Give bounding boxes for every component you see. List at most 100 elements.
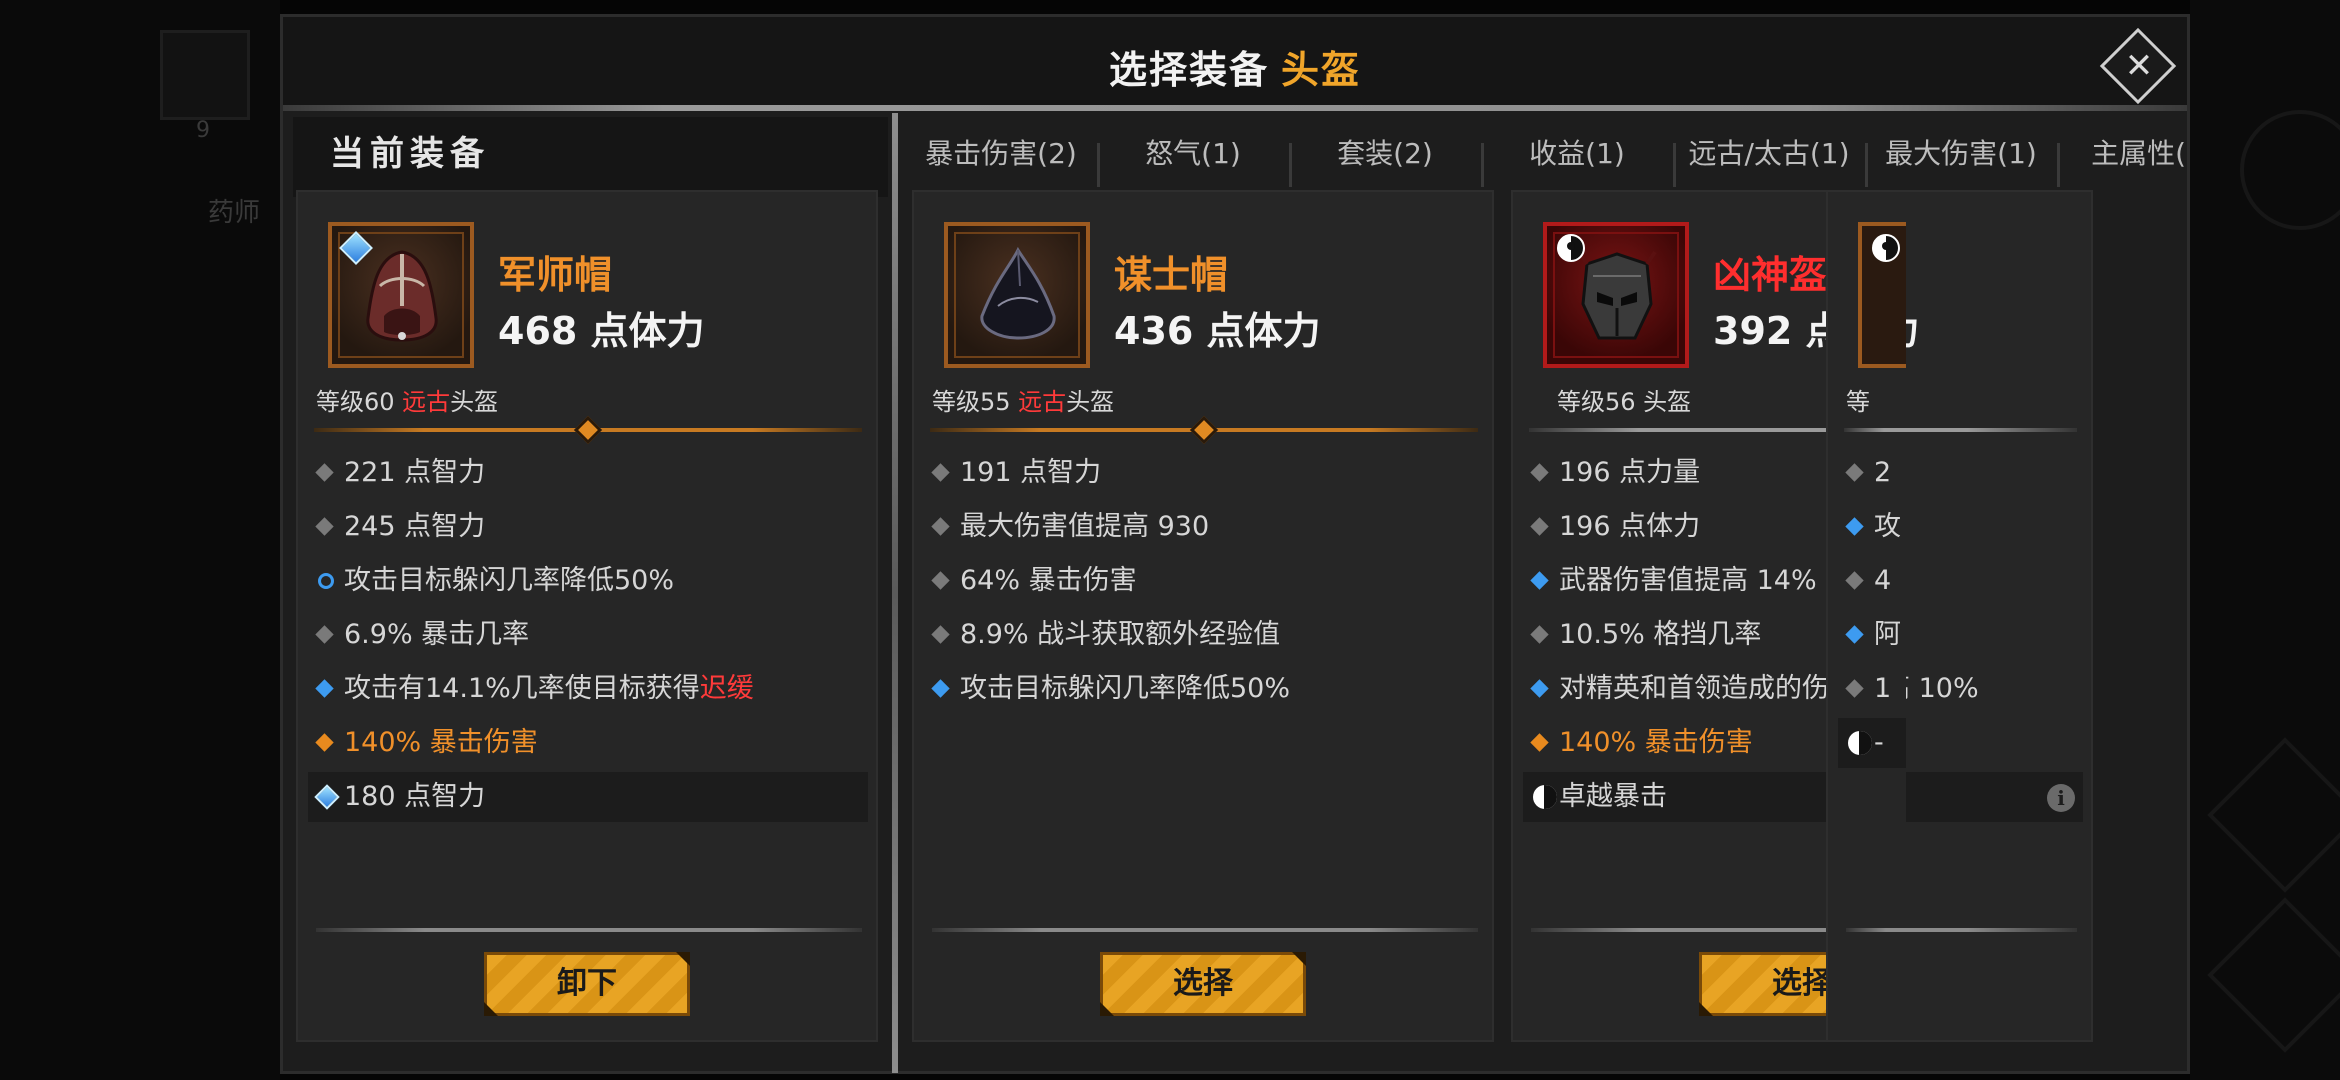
info-icon[interactable]: i <box>2047 784 2075 812</box>
magic-bullet-icon <box>931 679 950 698</box>
yin-yang-icon <box>1533 785 1557 809</box>
item-name: 谋士帽 <box>1114 253 1229 297</box>
background-diamond-icon <box>2207 897 2340 1053</box>
affix-row: 最大伤害值提高 930 <box>924 502 1484 552</box>
background-item-slot <box>160 30 250 120</box>
affix-row: 6.9% 暴击几率 <box>308 610 868 660</box>
tab-set[interactable]: 套装(2) <box>1293 121 1477 191</box>
gem-icon <box>314 784 340 810</box>
hood-icon <box>366 250 438 342</box>
filter-tabs: 暴击伤害(2) 怒气(1) 套装(2) 收益(1) 远古/太古(1) 最大伤害(… <box>909 121 2189 191</box>
bullet-icon <box>931 571 950 590</box>
item-level-type: 等级55 远古头盔 <box>932 388 1115 416</box>
background-diamond-icon <box>2207 737 2340 893</box>
bullet-icon <box>315 517 334 536</box>
yin-yang-icon <box>1872 234 1900 262</box>
affix-row: 攻 <box>1838 502 1906 552</box>
title-divider <box>283 105 2187 111</box>
affix-row: 140% 暴击伤害 <box>1523 718 2083 768</box>
magic-bullet-icon <box>315 679 334 698</box>
candidate-item-card[interactable]: 凶神盔 392 点体力 等级56 头盔 196 点力量 196 点体力 武器伤害… <box>1511 190 2093 1042</box>
legendary-bullet-icon <box>315 733 334 752</box>
bullet-icon <box>931 463 950 482</box>
affix-row: 140% 暴击伤害 <box>308 718 868 768</box>
affix-row-set: 卓越暴击 i <box>1523 772 2083 822</box>
tab-separator <box>1289 143 1292 187</box>
affix-row: 武器伤害值提高 14% <box>1523 556 2083 606</box>
magic-bullet-icon <box>1530 679 1549 698</box>
helmet-icon <box>1577 250 1657 340</box>
tab-separator <box>1865 143 1868 187</box>
affix-row: 196 点力量 <box>1523 448 2083 498</box>
modal-title: 选择装备 头盔 <box>283 39 2187 94</box>
item-level-type: 等级60 远古头盔 <box>316 388 499 416</box>
tab-income[interactable]: 收益(1) <box>1485 121 1669 191</box>
unequip-button[interactable]: 卸下 <box>484 952 690 1016</box>
bullet-icon <box>1530 463 1549 482</box>
item-name: 凶神盔 <box>1713 253 1828 297</box>
tab-separator <box>1097 143 1100 187</box>
select-button[interactable]: 选择 <box>1100 952 1306 1016</box>
affix-row: 245 点智力 <box>308 502 868 552</box>
bullet-icon <box>931 625 950 644</box>
affix-row: 1 <box>1838 664 1906 714</box>
affix-row: 64% 暴击伤害 <box>924 556 1484 606</box>
legendary-bullet-icon <box>1530 733 1549 752</box>
bullet-icon <box>931 517 950 536</box>
affix-row: 攻击目标躲闪几率降低50% <box>924 664 1484 714</box>
hood-icon <box>980 246 1056 340</box>
item-main-stat: 436 点体力 <box>1114 309 1321 353</box>
affix-row: 对精英和首领造成的伤害提高 10% <box>1523 664 2083 714</box>
affix-row: 10.5% 格挡几率 <box>1523 610 2083 660</box>
affix-row: 阿 <box>1838 610 1906 660</box>
background-left-panel: 9 药师 <box>0 0 280 1080</box>
affix-row: 196 点体力 <box>1523 502 2083 552</box>
current-item-card: 军师帽 468 点体力 等级60 远古头盔 221 点智力 245 点智力 攻击… <box>296 190 878 1042</box>
card-bottom-divider <box>932 928 1478 932</box>
reroll-icon <box>318 573 334 589</box>
tab-main-attribute[interactable]: 主属性(1) <box>2061 121 2189 191</box>
current-equipment-title: 当前装备 <box>330 134 490 174</box>
card-bottom-divider <box>316 928 862 932</box>
candidate-item-card[interactable]: 谋士帽 436 点体力 等级55 远古头盔 191 点智力 最大伤害值提高 93… <box>912 190 1494 1042</box>
item-icon-frame <box>1543 222 1689 368</box>
affix-row: 221 点智力 <box>308 448 868 498</box>
bullet-icon <box>315 463 334 482</box>
card-bottom-divider <box>1846 928 1906 932</box>
item-level-type: 等 <box>1846 388 1870 416</box>
title-bar: 选择装备 头盔 ✕ <box>283 17 2187 109</box>
bullet-icon <box>1530 517 1549 536</box>
item-name: 军师帽 <box>498 253 613 297</box>
item-main-stat: 468 点体力 <box>498 309 705 353</box>
background-right-panel <box>2190 0 2340 1080</box>
tab-separator <box>1481 143 1484 187</box>
rarity-divider <box>1529 428 2077 432</box>
tab-ancient[interactable]: 远古/太古(1) <box>1677 121 1861 191</box>
partial-item-card[interactable]: 等 2 攻 4 阿 1 - <box>1826 190 1906 1042</box>
affix-row: 4 <box>1838 556 1906 606</box>
affix-row: 攻击目标躲闪几率降低50% <box>308 556 868 606</box>
modal-title-prefix: 选择装备 <box>1108 48 1269 92</box>
modal-title-slot: 头盔 <box>1281 48 1362 92</box>
card-bottom-divider <box>1531 928 2077 932</box>
background-ring-icon <box>2240 110 2340 230</box>
tab-rage[interactable]: 怒气(1) <box>1101 121 1285 191</box>
affix-row: 2 <box>1838 448 1906 498</box>
tab-max-damage[interactable]: 最大伤害(1) <box>1869 121 2053 191</box>
background-side-label: 药师 <box>208 198 261 228</box>
affix-row: 8.9% 战斗获取额外经验值 <box>924 610 1484 660</box>
affix-row-socket: 180 点智力 <box>308 772 868 822</box>
affix-row-set: - <box>1838 718 1906 768</box>
affix-row: 攻击有14.1%几率使目标获得迟缓 <box>308 664 868 714</box>
rarity-diamond-icon <box>1189 415 1219 445</box>
yin-yang-icon <box>1557 234 1585 262</box>
vertical-divider <box>892 113 898 1073</box>
rarity-divider <box>1844 428 1906 432</box>
item-icon-frame <box>328 222 474 368</box>
bullet-icon <box>1530 625 1549 644</box>
bullet-icon <box>315 625 334 644</box>
item-level-type: 等级56 头盔 <box>1557 388 1692 416</box>
close-icon[interactable]: ✕ <box>2115 39 2163 93</box>
tab-crit-damage[interactable]: 暴击伤害(2) <box>909 121 1093 191</box>
magic-bullet-icon <box>1530 571 1549 590</box>
